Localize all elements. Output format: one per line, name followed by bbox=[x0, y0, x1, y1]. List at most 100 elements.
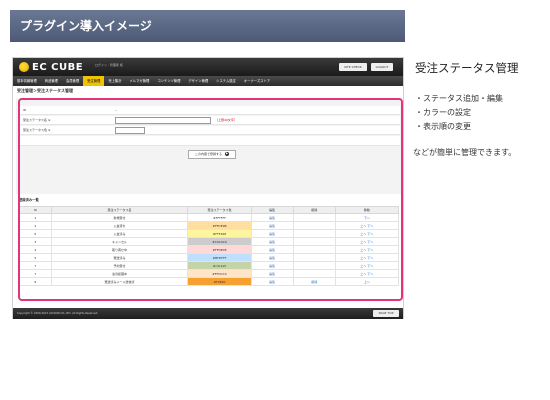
row-id: 1 bbox=[19, 213, 52, 222]
delete-cell bbox=[292, 237, 336, 246]
row-id: 4 bbox=[19, 245, 52, 254]
form-row-spacer bbox=[20, 136, 400, 146]
feature-title: 受注ステータス管理 bbox=[415, 61, 519, 75]
form-row-id: ID -- bbox=[20, 106, 400, 115]
nav-item[interactable]: オーナーズストア bbox=[240, 76, 274, 86]
nav-item[interactable]: デザイン管理 bbox=[184, 76, 212, 86]
table-row: 4 取り寄せ中 #FFDE0E 編集 上へ 下へ bbox=[19, 245, 400, 254]
edit-link[interactable]: 編集 bbox=[250, 245, 294, 254]
delete-cell bbox=[292, 269, 336, 278]
edit-link[interactable]: 編集 bbox=[250, 261, 294, 270]
move-links[interactable]: 下へ bbox=[334, 213, 400, 222]
feature-item: ・カラーの設定 bbox=[415, 108, 471, 117]
form-row-color: 受注ステータス色 ※ bbox=[20, 126, 400, 135]
row-color-swatch: #BFDFFF bbox=[187, 253, 252, 262]
column-header: ID bbox=[19, 206, 52, 214]
edit-link[interactable]: 編集 bbox=[250, 253, 294, 262]
nav-item[interactable]: 売上集計 bbox=[104, 76, 125, 86]
feature-item: ・表示順の変更 bbox=[415, 122, 471, 131]
edit-link[interactable]: 編集 bbox=[250, 229, 294, 238]
status-name-input[interactable] bbox=[115, 117, 211, 124]
save-button-label: この内容で登録する bbox=[195, 152, 223, 156]
id-label: ID bbox=[23, 108, 27, 112]
row-color-swatch: #FFF468 bbox=[187, 229, 252, 238]
table-header-row: ID 受注ステータス名 受注ステータス色 編集 削除 移動 bbox=[19, 206, 400, 214]
save-button[interactable]: この内容で登録する ▶ bbox=[188, 150, 236, 159]
row-name: 予約受付 bbox=[50, 261, 189, 270]
feature-list: ・ステータス追加・編集 ・カラーの設定 ・表示順の変更 bbox=[415, 92, 545, 134]
admin-screenshot: EC CUBE ログイン : 管理者 様 SITE CHECK LOGOUT 基… bbox=[12, 57, 404, 319]
row-id: 6 bbox=[19, 229, 52, 238]
nav-item-active[interactable]: 受注管理 bbox=[83, 76, 105, 86]
move-links[interactable]: 上へ 下へ bbox=[334, 261, 400, 270]
row-id: 7 bbox=[19, 269, 52, 278]
row-name: 発送済みメール送信済 bbox=[50, 277, 189, 286]
move-links[interactable]: 上へ 下へ bbox=[334, 245, 400, 254]
nav-item[interactable]: 商品管理 bbox=[41, 76, 62, 86]
row-name: キャンセル bbox=[50, 237, 189, 246]
feature-note: などが簡単に管理できます。 bbox=[413, 148, 517, 157]
logout-button[interactable]: LOGOUT bbox=[371, 63, 393, 71]
table-row: 5 発送済み #BFDFFF 編集 上へ 下へ bbox=[19, 253, 400, 262]
edit-link[interactable]: 編集 bbox=[250, 237, 294, 246]
logo-text: EC CUBE bbox=[32, 61, 84, 73]
row-color-swatch: #c4c1a5 bbox=[187, 261, 252, 270]
row-id: 2 bbox=[19, 221, 52, 230]
nav-item[interactable]: 基本情報管理 bbox=[13, 76, 41, 86]
move-links[interactable]: 上へ 下へ bbox=[334, 269, 400, 278]
feature-description: 受注ステータス管理 ・ステータス追加・編集 ・カラーの設定 ・表示順の変更 bbox=[415, 60, 545, 134]
column-header: 受注ステータス名 bbox=[50, 206, 189, 214]
row-color-swatch: #FFDE9B bbox=[187, 221, 252, 230]
move-links[interactable]: 上へ bbox=[334, 277, 400, 286]
delete-cell bbox=[292, 253, 336, 262]
row-id: 8 bbox=[19, 277, 52, 286]
nav-item[interactable]: コンテンツ管理 bbox=[153, 76, 184, 86]
row-id: 3 bbox=[19, 237, 52, 246]
nav-item[interactable]: 会員管理 bbox=[62, 76, 83, 86]
delete-link[interactable]: 削除 bbox=[292, 277, 336, 286]
move-links[interactable]: 上へ 下へ bbox=[334, 229, 400, 238]
site-check-button[interactable]: SITE CHECK bbox=[339, 63, 367, 71]
row-name: 発送済み bbox=[50, 253, 189, 262]
row-color-swatch: #FFDE0E bbox=[187, 245, 252, 254]
table-row: 2 入金待ち #FFDE9B 編集 上へ 下へ bbox=[19, 221, 400, 230]
nav-item[interactable]: システム設定 bbox=[212, 76, 240, 86]
edit-link[interactable]: 編集 bbox=[250, 269, 294, 278]
id-value: -- bbox=[115, 108, 118, 112]
delete-cell bbox=[292, 261, 336, 270]
edit-link[interactable]: 編集 bbox=[250, 277, 294, 286]
status-name-label: 受注ステータス名 ※ bbox=[23, 118, 51, 122]
logo-icon bbox=[19, 62, 29, 72]
delete-cell bbox=[292, 245, 336, 254]
admin-header: EC CUBE ログイン : 管理者 様 SITE CHECK LOGOUT bbox=[13, 58, 403, 76]
status-color-input[interactable] bbox=[115, 127, 145, 134]
row-id: 7 bbox=[19, 261, 52, 270]
logo[interactable]: EC CUBE bbox=[19, 60, 83, 74]
page-top-button[interactable]: PAGE TOP bbox=[373, 310, 399, 317]
nav-item[interactable]: メルマガ管理 bbox=[126, 76, 154, 86]
row-color-swatch: #F9620 bbox=[187, 277, 252, 286]
column-header: 移動 bbox=[334, 206, 400, 214]
breadcrumb: 受注管理＞受注ステータス管理 bbox=[17, 88, 73, 93]
move-links[interactable]: 上へ 下へ bbox=[334, 253, 400, 262]
delete-cell bbox=[292, 213, 336, 222]
table-row: 1 新規受付 #FFFFFF 編集 下へ bbox=[19, 213, 400, 222]
row-name: 入金済み bbox=[50, 229, 189, 238]
move-links[interactable]: 上へ 下へ bbox=[334, 221, 400, 230]
list-heading: 登録済み一覧 bbox=[19, 198, 39, 202]
row-name: 取り寄せ中 bbox=[50, 245, 189, 254]
copyright: Copyright © 2000-2013 LOCKON CO.,LTD. Al… bbox=[17, 312, 99, 315]
table-row: 8 発送済みメール送信済 #F9620 編集 削除 上へ bbox=[19, 277, 400, 286]
row-name: 入金待ち bbox=[50, 221, 189, 230]
column-header: 受注ステータス色 bbox=[187, 206, 252, 214]
edit-link[interactable]: 編集 bbox=[250, 221, 294, 230]
row-name: 決済処理中 bbox=[50, 269, 189, 278]
status-form: ID -- 受注ステータス名 ※ （上限40文字） 受注ステータス色 ※ この内… bbox=[16, 98, 402, 194]
delete-cell bbox=[292, 229, 336, 238]
form-row-name: 受注ステータス名 ※ （上限40文字） bbox=[20, 116, 400, 125]
delete-cell bbox=[292, 221, 336, 230]
edit-link[interactable]: 編集 bbox=[250, 213, 294, 222]
login-info: ログイン : 管理者 様 bbox=[95, 63, 123, 67]
row-color-swatch: #FFFFFF bbox=[187, 213, 252, 222]
move-links[interactable]: 上へ 下へ bbox=[334, 237, 400, 246]
